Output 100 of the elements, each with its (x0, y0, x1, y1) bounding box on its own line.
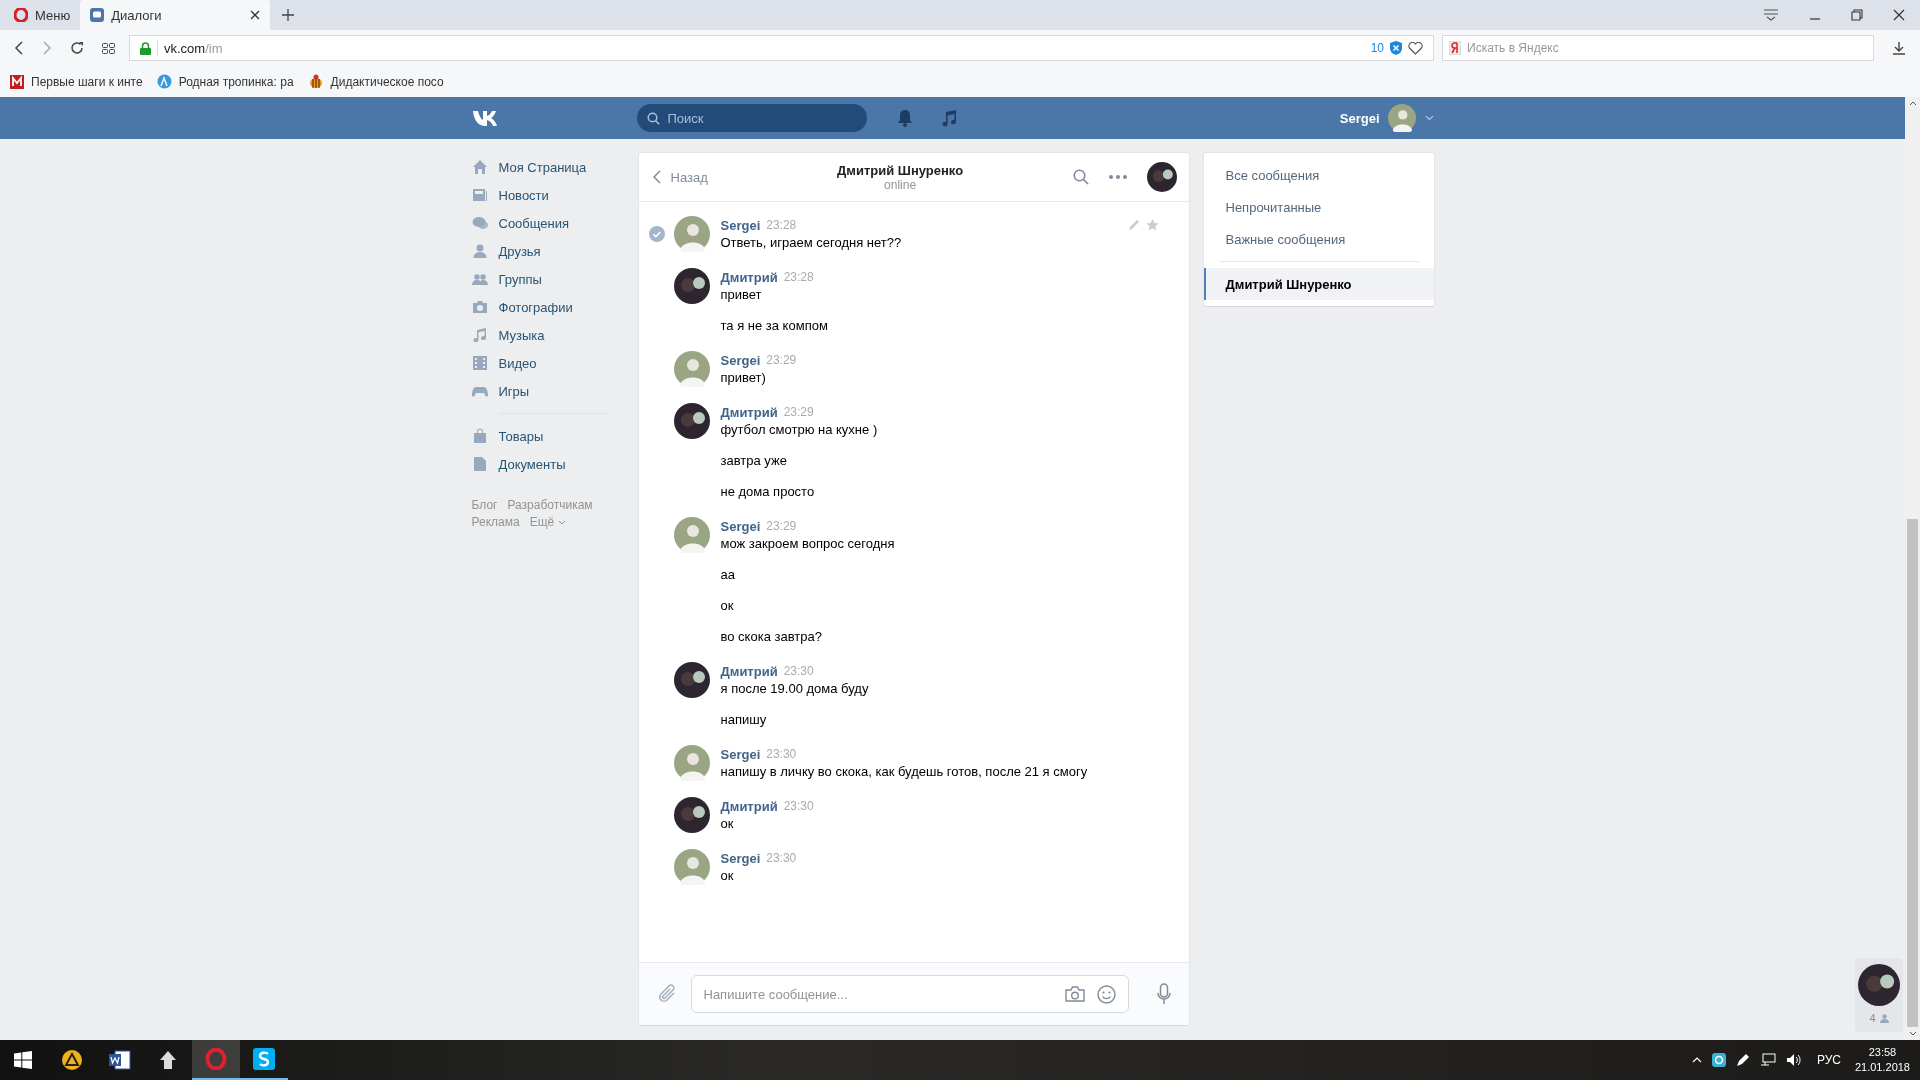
nav-label: Моя Страница (498, 159, 587, 175)
conversation-item[interactable]: Дмитрий Шнуренко (1203, 268, 1434, 300)
shield-icon[interactable] (1390, 41, 1402, 55)
nav-link[interactable]: Моя Страница (471, 153, 622, 181)
message-text: завтра уже (720, 452, 788, 470)
author-name[interactable]: Дмитрий (720, 798, 778, 814)
letter-s-tile-icon (253, 1048, 275, 1070)
author-name[interactable]: Дмитрий (720, 269, 778, 285)
up-arrow-icon (159, 1050, 177, 1070)
reload-icon[interactable] (70, 41, 84, 55)
message-text: мож закроем вопрос сегодня (720, 535, 896, 553)
browser-tab[interactable]: Меню (4, 0, 81, 30)
bookmark-link[interactable]: Первые шаги к инте (10, 74, 143, 89)
nav-link[interactable]: Сообщения (471, 209, 622, 237)
author-name[interactable]: Sergei (720, 518, 761, 534)
nav-link[interactable]: Новости (471, 181, 622, 209)
bookmark-link[interactable]: Дидактическое посо (307, 74, 444, 89)
user-avatar (1387, 104, 1416, 132)
document-w-icon (109, 1050, 131, 1070)
message-avatar (673, 849, 710, 885)
letter-b-tile-icon[interactable] (1711, 1053, 1726, 1067)
home-icon (471, 159, 488, 175)
author-name[interactable]: Sergei (720, 850, 761, 866)
new-tab-plus-icon[interactable] (282, 9, 295, 21)
message-text: футбол смотрю на кухне ) (720, 421, 879, 439)
scroll-down-icon[interactable] (1908, 1031, 1917, 1036)
scrollbar[interactable] (1905, 97, 1920, 1040)
author-name[interactable]: Sergei (720, 746, 761, 762)
group-icon (471, 271, 488, 287)
check-circle-icon[interactable] (648, 226, 665, 242)
message-avatar (673, 797, 710, 833)
nav-link[interactable]: Группы (471, 265, 622, 293)
url-text: vk.com/im (164, 40, 223, 56)
back-link[interactable]: Назад (652, 169, 708, 185)
clock-time[interactable]: 23:58 (1868, 1045, 1897, 1060)
filter-item[interactable]: Непрочитанные (1203, 191, 1434, 223)
doc-icon (471, 456, 488, 472)
user-name[interactable]: Sergei (1339, 110, 1380, 126)
grid-icon[interactable] (102, 42, 115, 54)
scroll-thumb[interactable] (1907, 519, 1918, 1027)
close-icon[interactable] (250, 10, 261, 20)
more-dots-icon[interactable] (1108, 175, 1127, 179)
author-name[interactable]: Sergei (720, 217, 761, 233)
download-icon[interactable] (1892, 41, 1906, 55)
speech-bubble-icon (90, 8, 105, 22)
padlock-icon (140, 41, 151, 55)
network-icon[interactable] (1759, 1053, 1776, 1067)
nav-link[interactable]: Документы (471, 450, 622, 478)
author-name[interactable]: Дмитрий (720, 663, 778, 679)
nav-link[interactable]: Товары (471, 422, 622, 450)
heart-icon[interactable] (1408, 41, 1423, 55)
online-status: online (884, 177, 917, 192)
nav-link[interactable]: Игры (471, 377, 622, 405)
windows-start-icon[interactable] (14, 1051, 32, 1069)
paperclip-icon[interactable] (658, 984, 677, 1004)
bookmark-link[interactable]: Родная тропинка: ра (156, 74, 294, 89)
tab-list-icon[interactable] (1763, 9, 1779, 21)
globe-icon (156, 74, 172, 89)
message-avatar (673, 662, 710, 698)
message-text: я после 19.00 дома буду (720, 680, 870, 698)
close-icon[interactable] (1893, 9, 1905, 21)
bookmark-label: Первые шаги к инте (31, 74, 143, 89)
message-text: ок (720, 597, 735, 615)
message-text: привет) (720, 369, 767, 387)
chevron-down-icon[interactable] (1424, 115, 1434, 121)
pen-icon[interactable] (1735, 1053, 1750, 1067)
language-indicator[interactable]: РУС (1816, 1053, 1841, 1067)
microphone-icon[interactable] (1156, 983, 1171, 1005)
address-field[interactable]: vk.com/im 10 (129, 35, 1434, 61)
smiley-icon[interactable] (1096, 984, 1116, 1004)
author-name[interactable]: Дмитрий (720, 404, 778, 420)
nav-link[interactable]: Фотографии (471, 293, 622, 321)
nav-link[interactable]: Друзья (471, 237, 622, 265)
author-name[interactable]: Sergei (720, 352, 761, 368)
speaker-icon[interactable] (1785, 1053, 1802, 1067)
news-icon (471, 187, 488, 203)
star-icon[interactable] (1145, 219, 1159, 231)
search-placeholder: Поиск (667, 110, 704, 126)
filter-item[interactable]: Все сообщения (1203, 159, 1434, 191)
chevron-up-icon[interactable] (1691, 1057, 1702, 1063)
message-input[interactable]: Напишите сообщение... (690, 975, 1129, 1013)
search-field[interactable]: Поиск (636, 104, 867, 132)
search-icon[interactable] (1072, 169, 1089, 185)
browser-tab[interactable]: Диалоги (80, 0, 271, 30)
message-time: 23:29 (783, 405, 814, 419)
clock-date[interactable]: 21.01.2018 (1854, 1060, 1910, 1075)
restore-icon[interactable] (1851, 9, 1863, 21)
nav-label: Друзья (498, 243, 541, 259)
message-avatar (673, 268, 710, 304)
nav-link[interactable]: Видео (471, 349, 622, 377)
message-avatar (673, 216, 710, 252)
filter-item[interactable]: Важные сообщения (1203, 223, 1434, 255)
message-text: привет (720, 286, 763, 304)
message-avatar (673, 745, 710, 781)
nav-link[interactable]: Музыка (471, 321, 622, 349)
message-text: Ответь, играем сегодня нет?? (720, 234, 903, 252)
vk-logo[interactable] (471, 109, 500, 127)
scroll-up-icon[interactable] (1908, 101, 1917, 106)
nav-label: Документы (498, 456, 566, 472)
camera-icon[interactable] (1064, 986, 1085, 1002)
